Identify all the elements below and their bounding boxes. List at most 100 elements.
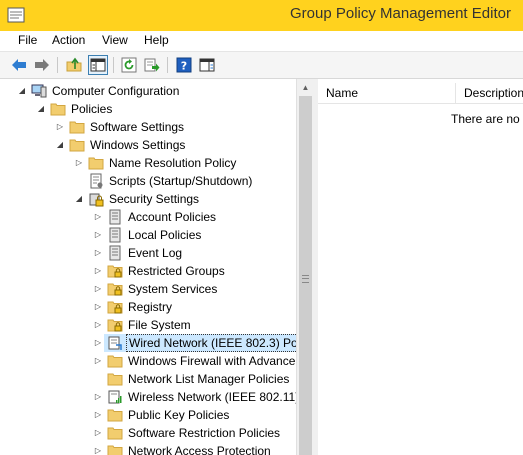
toolbar-separator: [113, 57, 114, 73]
tree-item-network-access-protection[interactable]: ▷ Network Access Protection: [0, 442, 296, 455]
menu-action[interactable]: Action: [50, 33, 87, 47]
tree-item-label: Computer Configuration: [52, 84, 180, 98]
up-folder-icon: [66, 57, 82, 72]
tree-item-label: Local Policies: [128, 228, 202, 242]
expand-icon[interactable]: ▷: [93, 442, 103, 455]
policy-book-icon: [109, 245, 121, 261]
expand-icon[interactable]: ▷: [93, 352, 103, 370]
show-hide-console-tree-icon: [90, 58, 106, 72]
tree-item-event-log[interactable]: ▷ Event Log: [0, 244, 296, 262]
tree-item-windows-firewall[interactable]: ▷ Windows Firewall with Advance: [0, 352, 296, 370]
policy-book-icon: [109, 227, 121, 243]
tree-item-restricted-groups[interactable]: ▷ Restricted Groups: [0, 262, 296, 280]
collapse-icon[interactable]: ◢: [74, 190, 84, 208]
show-hide-console-tree-button[interactable]: [88, 55, 108, 75]
forward-button[interactable]: [32, 55, 52, 75]
wired-network-icon: [108, 336, 122, 350]
expand-icon[interactable]: ▷: [93, 262, 103, 280]
expand-icon[interactable]: ▷: [93, 406, 103, 424]
show-action-pane-button[interactable]: [197, 55, 217, 75]
tree-item-label: Name Resolution Policy: [109, 156, 237, 170]
secured-folder-icon: [107, 283, 123, 296]
back-arrow-icon: [12, 59, 26, 71]
tree-item-label: Policies: [71, 102, 113, 116]
tree-item-computer-configuration[interactable]: ◢ Computer Configuration: [0, 82, 296, 100]
tree-item-label: Software Settings: [90, 120, 185, 134]
collapse-icon[interactable]: ◢: [36, 100, 46, 118]
expand-icon[interactable]: ▷: [93, 298, 103, 316]
empty-list-message: There are no i: [451, 112, 523, 126]
expand-icon[interactable]: ▷: [93, 208, 103, 226]
details-pane: Name Description There are no i: [318, 79, 523, 455]
folder-icon: [107, 445, 123, 455]
expand-icon[interactable]: ▷: [55, 118, 65, 136]
expand-icon[interactable]: ▷: [93, 316, 103, 334]
export-list-button[interactable]: [142, 55, 162, 75]
folder-icon: [50, 103, 66, 116]
tree-item-windows-settings[interactable]: ◢ Windows Settings: [0, 136, 296, 154]
back-button[interactable]: [9, 55, 29, 75]
menu-file[interactable]: File: [16, 33, 39, 47]
column-header-description[interactable]: Description: [456, 83, 523, 103]
tree-item-software-settings[interactable]: ▷ Software Settings: [0, 118, 296, 136]
scroll-up-arrow-icon[interactable]: ▲: [297, 79, 314, 96]
toolbar-separator: [167, 57, 168, 73]
window-title: Group Policy Management Editor: [290, 5, 511, 22]
expand-icon[interactable]: ▷: [93, 388, 103, 406]
tree-item-wireless-network[interactable]: ▷ Wireless Network (IEEE 802.11) P: [0, 388, 296, 406]
security-settings-icon: [89, 193, 104, 207]
up-one-level-button[interactable]: [64, 55, 84, 75]
svg-text:?: ?: [181, 60, 187, 73]
toolbar-separator: [57, 57, 58, 73]
expand-icon[interactable]: ▷: [93, 226, 103, 244]
expand-icon[interactable]: ▷: [93, 334, 103, 352]
tree-item-label: Public Key Policies: [128, 408, 230, 422]
computer-icon: [31, 84, 47, 98]
folder-icon: [107, 355, 123, 368]
folder-icon: [69, 139, 85, 152]
tree-item-wired-network[interactable]: ▷ Wired Network (IEEE 802.3) Polic: [0, 334, 296, 352]
tree-item-label: Network Access Protection: [128, 444, 271, 455]
tree-item-public-key-policies[interactable]: ▷ Public Key Policies: [0, 406, 296, 424]
tree-item-label: System Services: [128, 282, 218, 296]
tree-item-account-policies[interactable]: ▷ Account Policies: [0, 208, 296, 226]
tree-item-label: Event Log: [128, 246, 183, 260]
expand-icon[interactable]: ▷: [93, 280, 103, 298]
script-icon: [90, 173, 103, 189]
tree-item-policies[interactable]: ◢ Policies: [0, 100, 296, 118]
app-icon[interactable]: [7, 6, 25, 24]
tree-item-label: Scripts (Startup/Shutdown): [109, 174, 253, 188]
tree-item-scripts[interactable]: Scripts (Startup/Shutdown): [0, 172, 296, 190]
refresh-button[interactable]: [119, 55, 139, 75]
expand-icon[interactable]: ▷: [93, 244, 103, 262]
tree-item-local-policies[interactable]: ▷ Local Policies: [0, 226, 296, 244]
menu-view[interactable]: View: [100, 33, 130, 47]
tree-item-network-list-manager[interactable]: Network List Manager Policies: [0, 370, 296, 388]
forward-arrow-icon: [35, 59, 49, 71]
secured-folder-icon: [107, 319, 123, 332]
tree-item-file-system[interactable]: ▷ File System: [0, 316, 296, 334]
toolbar: ?: [0, 52, 523, 79]
tree-item-software-restriction-policies[interactable]: ▷ Software Restriction Policies: [0, 424, 296, 442]
show-action-pane-icon: [199, 58, 215, 72]
collapse-icon[interactable]: ◢: [55, 136, 65, 154]
console-tree[interactable]: ◢ Computer Configuration ◢ Policies ▷ So…: [0, 79, 296, 455]
header-divider: [318, 103, 523, 104]
collapse-icon[interactable]: ◢: [17, 82, 27, 100]
wireless-network-icon: [108, 390, 122, 404]
folder-icon: [107, 373, 123, 386]
folder-icon: [107, 409, 123, 422]
menu-help[interactable]: Help: [142, 33, 171, 47]
help-button[interactable]: ?: [174, 55, 194, 75]
tree-item-registry[interactable]: ▷ Registry: [0, 298, 296, 316]
expand-icon[interactable]: ▷: [93, 424, 103, 442]
tree-item-name-resolution-policy[interactable]: ▷ Name Resolution Policy: [0, 154, 296, 172]
column-header-name[interactable]: Name: [318, 83, 456, 103]
title-bar: Group Policy Management Editor: [0, 0, 523, 31]
folder-icon: [107, 427, 123, 440]
tree-item-system-services[interactable]: ▷ System Services: [0, 280, 296, 298]
expand-icon[interactable]: ▷: [74, 154, 84, 172]
tree-item-security-settings[interactable]: ◢ Security Settings: [0, 190, 296, 208]
tree-item-label: Registry: [128, 300, 173, 314]
tree-vertical-scrollbar[interactable]: ▲: [296, 79, 314, 455]
